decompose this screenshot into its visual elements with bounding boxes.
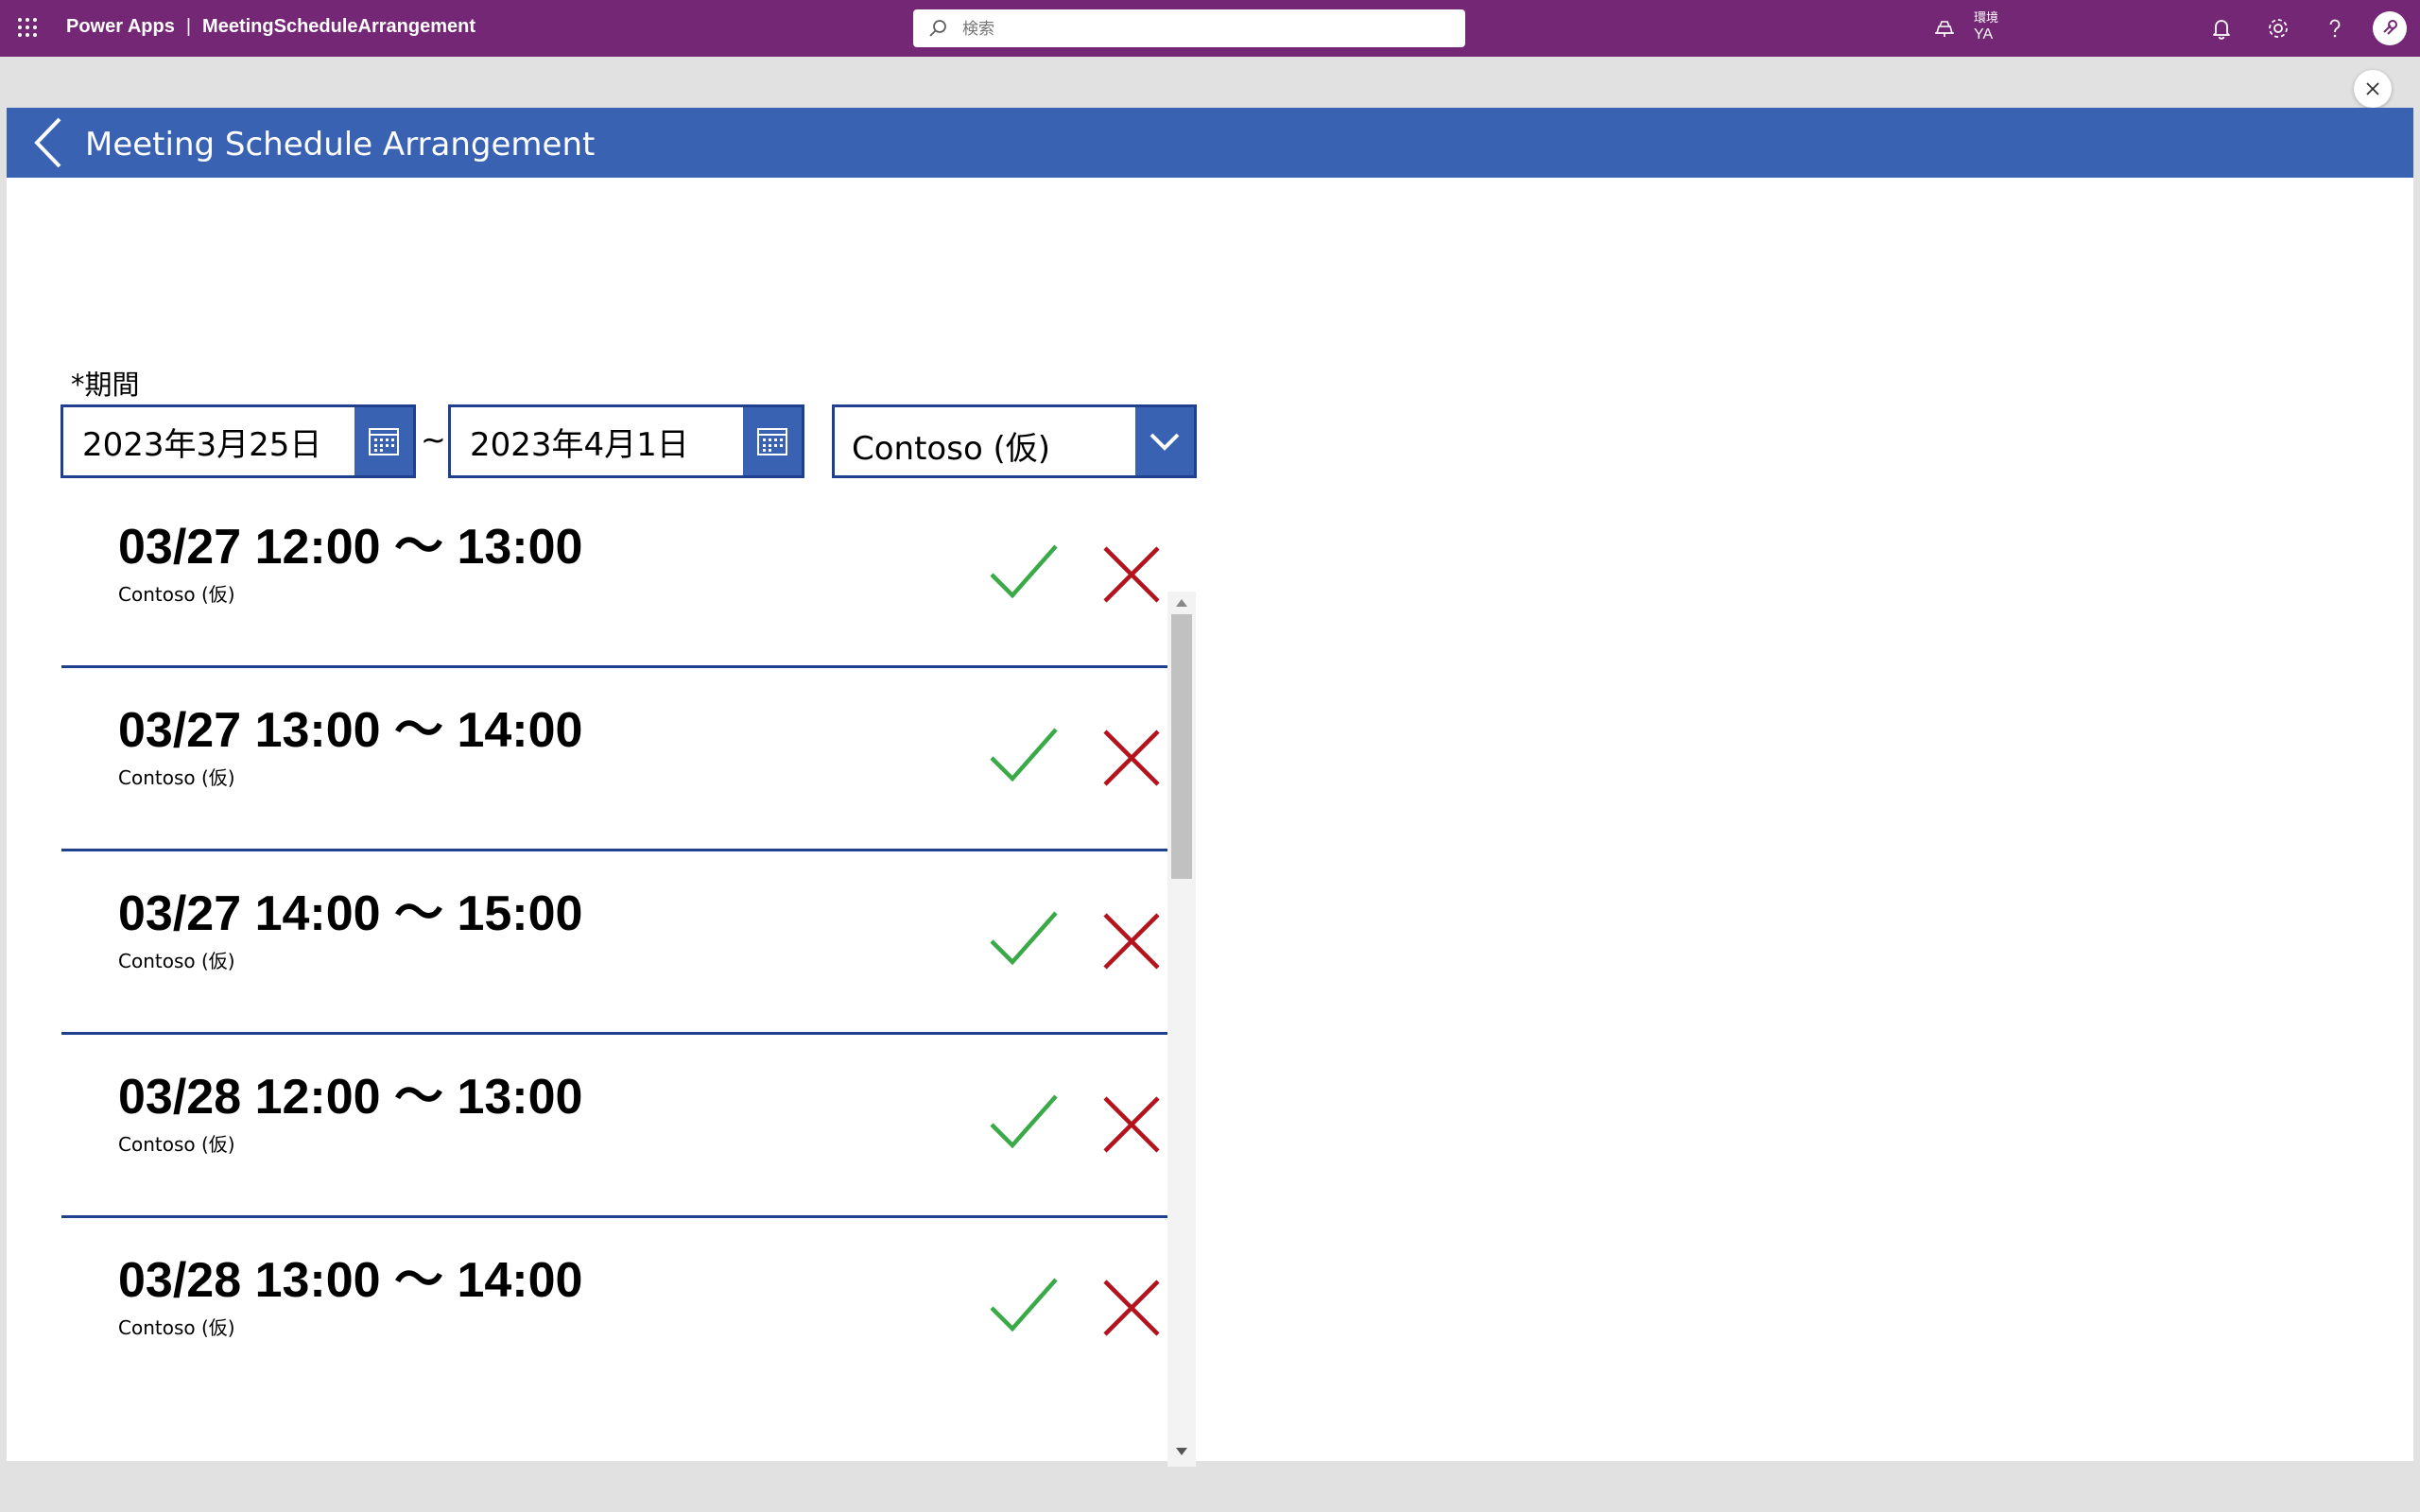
end-date-input[interactable] — [468, 417, 727, 466]
list-item[interactable]: 03/28 13:00 〜 14:00 Contoso (仮) — [61, 1219, 1167, 1359]
accept-check-icon[interactable] — [988, 1272, 1060, 1344]
company-dropdown[interactable]: Contoso (仮) — [832, 404, 1197, 478]
schedule-gallery[interactable]: 03/27 12:00 〜 13:00 Contoso (仮) 03/27 13:0… — [61, 486, 1196, 1359]
period-label: *期間 — [71, 369, 140, 401]
reject-cross-icon[interactable] — [1096, 1089, 1167, 1160]
slot-organization: Contoso (仮) — [118, 950, 235, 972]
accept-check-icon[interactable] — [988, 539, 1060, 610]
date-range-separator: ~ — [421, 421, 446, 457]
scrollbar-thumb[interactable] — [1171, 614, 1192, 879]
list-item[interactable]: 03/27 13:00 〜 14:00 Contoso (仮) — [61, 669, 1167, 852]
search-icon — [929, 20, 946, 37]
slot-organization: Contoso (仮) — [118, 1133, 235, 1156]
environment-name: YA — [1974, 26, 1994, 43]
slot-organization: Contoso (仮) — [118, 766, 235, 789]
slot-time: 03/28 13:00 〜 14:00 — [118, 1253, 583, 1308]
gear-icon[interactable] — [2265, 15, 2291, 42]
slot-time: 03/27 14:00 〜 15:00 — [118, 886, 583, 941]
app-brand: Power Apps | MeetingScheduleArrangement — [66, 16, 475, 38]
list-item[interactable]: 03/27 12:00 〜 13:00 Contoso (仮) — [61, 486, 1167, 669]
waffle-icon[interactable] — [17, 17, 38, 38]
end-date-calendar-button[interactable] — [743, 407, 802, 475]
company-dropdown-button[interactable] — [1135, 407, 1194, 475]
calendar-icon — [757, 428, 787, 455]
row-divider — [61, 1215, 1167, 1218]
start-date-calendar-button[interactable] — [354, 407, 413, 475]
accept-check-icon[interactable] — [988, 905, 1060, 977]
search-input[interactable] — [960, 15, 1437, 43]
accept-check-icon[interactable] — [988, 1089, 1060, 1160]
avatar-icon — [2383, 20, 2397, 35]
row-divider — [61, 1032, 1167, 1035]
back-arrow-icon[interactable] — [26, 115, 73, 170]
reject-cross-icon[interactable] — [1096, 722, 1167, 794]
help-icon[interactable] — [2322, 15, 2348, 42]
gallery-scrollbar[interactable] — [1167, 592, 1196, 1467]
app-canvas: Meeting Schedule Arrangement *期間 ~ — [7, 108, 2413, 1467]
environment-label: 環境 — [1974, 11, 1999, 26]
company-dropdown-value: Contoso (仮) — [852, 430, 1051, 468]
brand-separator: | — [185, 16, 192, 37]
page-title: Meeting Schedule Arrangement — [85, 126, 596, 163]
search-box[interactable] — [913, 9, 1465, 47]
row-divider — [61, 849, 1167, 851]
slot-time: 03/27 13:00 〜 14:00 — [118, 703, 583, 758]
scroll-down-arrow-icon[interactable] — [1176, 1448, 1187, 1455]
app-name[interactable]: MeetingScheduleArrangement — [202, 16, 475, 37]
close-icon — [2366, 82, 2379, 95]
environment-picker[interactable]: 環境 YA — [1932, 6, 2046, 51]
environment-icon — [1935, 21, 1954, 37]
calendar-icon — [369, 428, 399, 455]
slot-time: 03/28 12:00 〜 13:00 — [118, 1070, 583, 1125]
list-item[interactable]: 03/27 14:00 〜 15:00 Contoso (仮) — [61, 852, 1167, 1036]
start-date-picker[interactable] — [60, 404, 416, 478]
slot-organization: Contoso (仮) — [118, 1316, 235, 1339]
chevron-down-icon — [1150, 433, 1180, 451]
product-name[interactable]: Power Apps — [66, 16, 175, 37]
scroll-up-arrow-icon[interactable] — [1176, 599, 1187, 607]
row-divider — [61, 665, 1167, 668]
reject-cross-icon[interactable] — [1096, 905, 1167, 977]
close-button[interactable] — [2354, 70, 2392, 108]
start-date-input[interactable] — [80, 417, 339, 466]
accept-check-icon[interactable] — [988, 722, 1060, 794]
bell-icon[interactable] — [2208, 15, 2235, 42]
top-bar: Power Apps | MeetingScheduleArrangement 環境… — [0, 0, 2420, 57]
reject-cross-icon[interactable] — [1096, 1272, 1167, 1344]
reject-cross-icon[interactable] — [1096, 539, 1167, 610]
list-item[interactable]: 03/28 12:00 〜 13:00 Contoso (仮) — [61, 1036, 1167, 1219]
end-date-picker[interactable] — [448, 404, 804, 478]
slot-time: 03/27 12:00 〜 13:00 — [118, 520, 583, 575]
slot-organization: Contoso (仮) — [118, 583, 235, 606]
app-header: Meeting Schedule Arrangement — [7, 108, 2413, 178]
avatar[interactable] — [2373, 11, 2407, 45]
